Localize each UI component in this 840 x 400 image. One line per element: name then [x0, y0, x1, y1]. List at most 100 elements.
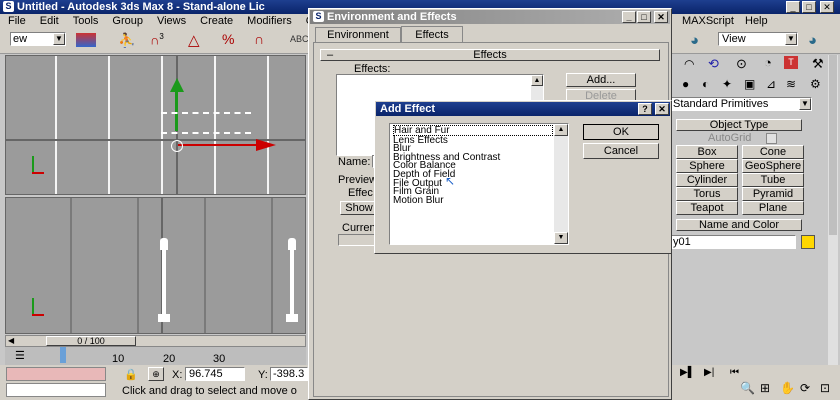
zoom-all-icon[interactable]: ⊞ — [760, 381, 770, 395]
menu-group[interactable]: Group — [112, 15, 143, 27]
angle-snap-icon[interactable]: △ — [188, 31, 200, 49]
maxscript-listener-lower[interactable] — [6, 383, 106, 397]
list-item-hair-and-fur[interactable]: Hair and Fur — [393, 125, 553, 136]
menu-edit[interactable]: Edit — [40, 15, 59, 27]
track-bar[interactable]: ☰ 10 20 30 — [5, 347, 306, 365]
object-color-swatch[interactable] — [801, 235, 815, 249]
cone-button[interactable]: Cone — [742, 145, 804, 159]
sphere-button[interactable]: Sphere — [676, 159, 738, 173]
list-item-lens-effects[interactable]: Lens Effects — [393, 135, 553, 145]
lights-icon[interactable]: ✦ — [722, 77, 732, 91]
scroll-up-icon[interactable]: ▲ — [531, 75, 543, 86]
menu-tools[interactable]: Tools — [73, 15, 99, 27]
time-slider-thumb[interactable]: 0 / 100 — [46, 336, 136, 346]
tube-button[interactable]: Tube — [742, 173, 804, 187]
named-selection-icon[interactable]: ABC — [290, 34, 309, 44]
add-effect-list[interactable]: Hair and Fur Lens Effects Blur Brightnes… — [389, 123, 569, 245]
primitive-type-dropdown[interactable]: Standard Primitives ▼ — [670, 97, 812, 111]
next-frame-icon[interactable]: ▶| — [704, 367, 714, 378]
utilities-tab-icon[interactable]: ⚒ — [812, 56, 824, 72]
geometry-icon[interactable]: ● — [682, 77, 689, 91]
object-name-field[interactable]: y01 — [670, 235, 796, 249]
maxscript-listener[interactable] — [6, 367, 106, 381]
quick-render-icon[interactable]: ◕ — [808, 32, 817, 49]
torus-button[interactable]: Torus — [676, 187, 738, 201]
scroll-up-icon[interactable]: ▲ — [554, 124, 568, 136]
time-slider-prev-icon[interactable]: ◀ — [8, 336, 14, 345]
snap-3d-icon[interactable]: ∩3 — [150, 32, 164, 47]
minimize-icon[interactable]: _ — [786, 1, 800, 13]
render-view-dropdown[interactable]: View ▼ — [718, 32, 798, 46]
y-label: Y: — [258, 369, 268, 381]
add-effect-dialog: Add Effect ? ✕ Hair and Fur Lens Effects… — [374, 100, 672, 254]
scroll-down-icon[interactable]: ▼ — [554, 232, 568, 244]
plane-button[interactable]: Plane — [742, 201, 804, 215]
play-icon[interactable]: ▶▌ — [680, 367, 695, 378]
menu-help[interactable]: Help — [745, 14, 768, 29]
menu-file[interactable]: File — [8, 15, 26, 27]
lock-icon[interactable]: 🔒 — [124, 368, 138, 381]
minimize-icon[interactable]: _ — [622, 11, 636, 23]
track-bar-icon[interactable]: ☰ — [15, 349, 25, 362]
maximize-viewport-icon[interactable]: ⊡ — [820, 381, 830, 395]
world-axis-x — [32, 172, 44, 174]
cancel-button[interactable]: Cancel — [583, 143, 659, 159]
absolute-mode-icon[interactable]: ⊕ — [148, 367, 164, 381]
time-slider[interactable]: ◀ 0 / 100 — [5, 335, 306, 347]
mouse-cursor-icon: ↖ — [445, 174, 456, 188]
viewport-top[interactable] — [5, 55, 306, 195]
key-mode-icon[interactable]: ⏮ — [730, 367, 739, 378]
shapes-icon[interactable]: ◐ — [702, 77, 709, 91]
select-move-icon[interactable]: ⛹ — [118, 32, 135, 49]
list-item-motion-blur[interactable]: Motion Blur — [393, 195, 553, 205]
name-color-rollout[interactable]: Name and Color — [676, 219, 802, 231]
cylinder-button[interactable]: Cylinder — [676, 173, 738, 187]
add-effect-button[interactable]: Add... — [566, 73, 636, 87]
help-icon[interactable]: ? — [638, 103, 652, 115]
spacewarps-icon[interactable]: ≋ — [786, 77, 796, 91]
menu-create[interactable]: Create — [200, 15, 233, 27]
modify-tab-icon[interactable]: ⟲ — [708, 56, 719, 72]
x-coordinate-field[interactable]: 96.745 — [185, 367, 245, 381]
menu-maxscript[interactable]: MAXScript — [682, 14, 734, 29]
percent-snap-icon[interactable]: % — [222, 31, 234, 47]
add-effect-scrollbar[interactable]: ▲ ▼ — [554, 124, 568, 244]
object-type-rollout[interactable]: Object Type — [676, 119, 802, 131]
spinner-snap-icon[interactable]: ∩ — [254, 31, 264, 47]
menu-views[interactable]: Views — [157, 15, 186, 27]
show-original-button[interactable]: Show — [340, 201, 378, 215]
helpers-icon[interactable]: ⊿ — [766, 77, 776, 91]
motion-tab-icon[interactable]: ◔ — [764, 55, 772, 70]
zoom-icon[interactable]: 🔍 — [740, 381, 755, 395]
reference-coord-dropdown[interactable]: ew ▼ — [10, 32, 66, 46]
pyramid-button[interactable]: Pyramid — [742, 187, 804, 201]
ok-button[interactable]: OK — [583, 124, 659, 140]
viewport-front[interactable] — [5, 197, 306, 334]
tab-environment[interactable]: Environment — [315, 27, 401, 43]
arc-rotate-icon[interactable]: ⟳ — [800, 381, 810, 395]
close-icon[interactable]: ✕ — [654, 11, 668, 23]
maximize-icon[interactable]: □ — [637, 11, 651, 23]
systems-icon[interactable]: ⚙ — [810, 77, 821, 91]
teapot-button[interactable]: Teapot — [676, 201, 738, 215]
y-coordinate-field[interactable]: -398.3 — [270, 367, 308, 381]
pan-icon[interactable]: ✋ — [780, 381, 795, 395]
close-icon[interactable]: ✕ — [820, 1, 834, 13]
cameras-icon[interactable]: ▣ — [744, 77, 755, 91]
geosphere-button[interactable]: GeoSphere — [742, 159, 804, 173]
grid-line — [6, 198, 305, 333]
effects-rollout-header[interactable]: – Effects — [320, 49, 660, 61]
close-icon[interactable]: ✕ — [655, 103, 669, 115]
tab-effects[interactable]: Effects — [401, 26, 463, 43]
autogrid-checkbox[interactable] — [766, 133, 777, 144]
render-scene-icon[interactable]: ◕ — [690, 32, 699, 49]
hierarchy-tab-icon[interactable]: ⊙ — [736, 56, 747, 72]
create-tab-icon[interactable]: ◠ — [684, 57, 694, 71]
menu-modifiers[interactable]: Modifiers — [247, 15, 292, 27]
box-button[interactable]: Box — [676, 145, 738, 159]
add-effect-title: Add Effect — [380, 103, 435, 115]
panel-scrollbar[interactable] — [828, 55, 838, 365]
select-filter-icon[interactable] — [76, 33, 96, 47]
display-tab-icon[interactable]: T — [784, 56, 798, 69]
maximize-icon[interactable]: □ — [802, 1, 816, 13]
